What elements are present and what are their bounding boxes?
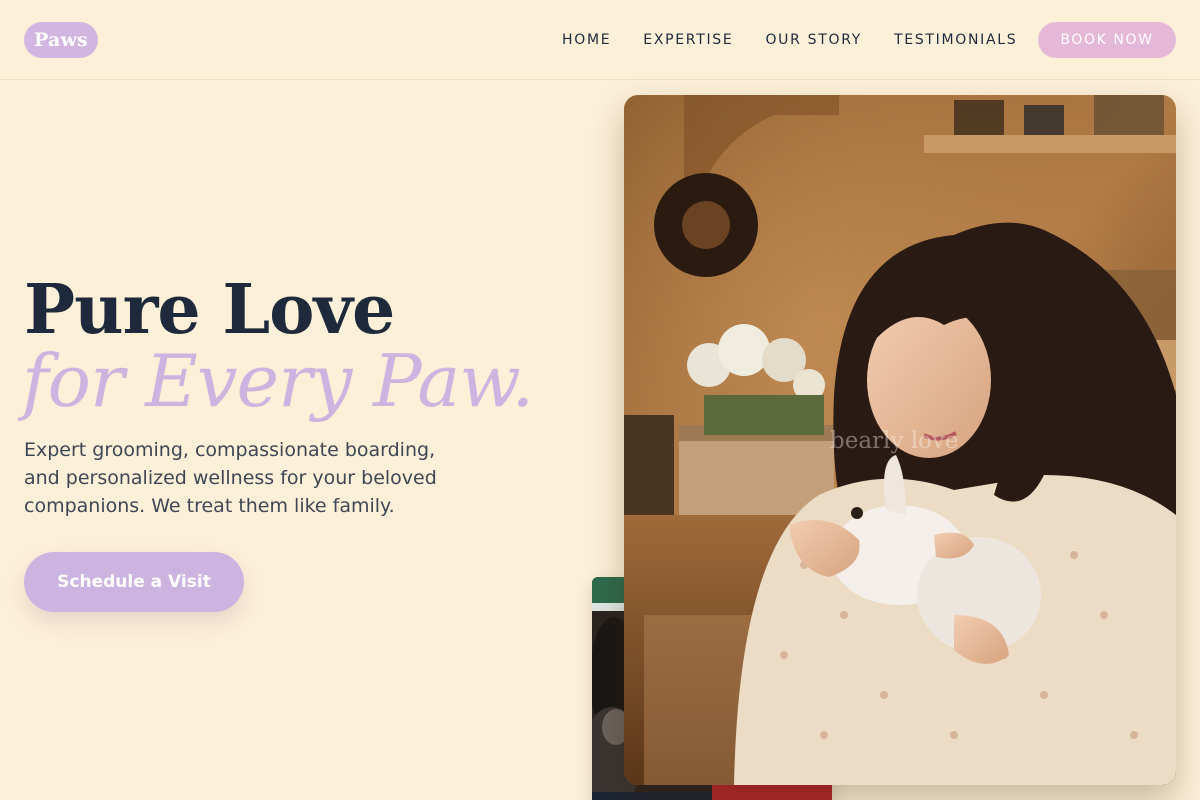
hero-title-line1: Pure Love	[24, 270, 395, 350]
logo[interactable]: Paws	[24, 22, 98, 58]
hero-description: Expert grooming, compassionate boarding,…	[24, 439, 437, 517]
book-now-button[interactable]: BOOK NOW	[1038, 22, 1176, 58]
photo-watermark-caption: bearly love	[830, 428, 959, 454]
nav-link-testimonials[interactable]: TESTIMONIALS	[894, 31, 1017, 49]
nav-link-our-story[interactable]: OUR STORY	[765, 31, 862, 49]
nav-link-home[interactable]: HOME	[562, 31, 611, 49]
schedule-visit-button[interactable]: Schedule a Visit	[24, 552, 244, 612]
hero-title-line2: for Every Paw.	[22, 339, 534, 423]
woman-with-bunny-image: bearly love	[624, 95, 1176, 785]
nav-link-expertise[interactable]: EXPERTISE	[643, 31, 733, 49]
main-nav: HOME EXPERTISE OUR STORY TESTIMONIALS	[562, 31, 1049, 49]
main-photo: bearly love	[624, 95, 1176, 785]
site-header: Paws HOME EXPERTISE OUR STORY TESTIMONIA…	[0, 0, 1200, 80]
